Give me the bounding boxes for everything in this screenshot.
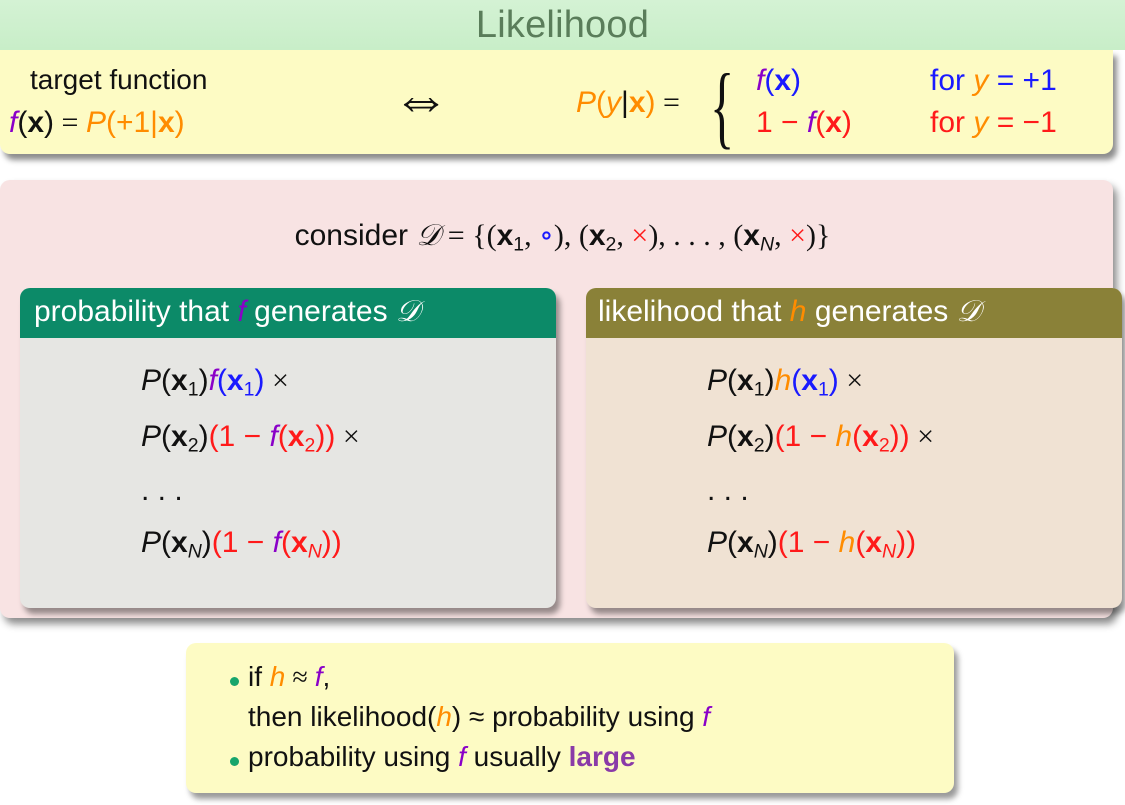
condition-value: = −1 [988, 106, 1057, 139]
x-symbol: x [496, 219, 514, 252]
set-open: = {( [440, 219, 497, 252]
d-symbol: 𝒟 [956, 295, 981, 328]
case-positive-value: f(x) [756, 64, 801, 98]
circle-icon: ∘ [539, 219, 554, 252]
x-symbol: x [628, 86, 646, 119]
subscript: N [759, 233, 775, 256]
paren: ( [764, 64, 775, 97]
bullet-1-line-2: then likelihood(h) ≈ probability using f [248, 701, 711, 732]
cross-icon: × [631, 219, 649, 252]
subscript: 2 [605, 233, 617, 256]
for-word: for [930, 106, 974, 139]
bar: | [621, 86, 629, 119]
p-symbol: P [85, 106, 106, 139]
equals-sign: = [655, 86, 680, 119]
plus-one-given: (+1| [105, 106, 158, 139]
bullet-1-line-1: if h ≈ f, [248, 661, 331, 693]
x-symbol: x [743, 219, 760, 252]
probability-ellipsis: . . . [141, 474, 183, 507]
paren: ) [174, 106, 185, 139]
y-symbol: y [973, 64, 989, 97]
paren: ) [841, 106, 852, 139]
likelihood-term-1: P(x1)h(x1) × [707, 364, 864, 401]
likelihood-term-2: P(x2)(1 − h(x2)) × [707, 420, 935, 457]
paren: ) [791, 64, 802, 97]
likelihood-block: likelihood that h generates 𝒟 P(x1)h(x1)… [586, 288, 1122, 608]
conditional-probability-lhs: P(y|x) = [576, 86, 680, 120]
condition-positive: for y = +1 [930, 64, 1057, 98]
comma: , [524, 219, 540, 252]
y-symbol: y [973, 106, 989, 139]
iff-arrow-icon: ⇔ [392, 66, 450, 131]
paren: ( [815, 106, 826, 139]
x-symbol: x [774, 64, 792, 97]
probability-term-n: P(xN)(1 − f(xN)) [141, 526, 342, 563]
paren: ( [596, 86, 607, 119]
cross-icon: × [789, 219, 806, 252]
condition-negative: for y = −1 [930, 106, 1057, 140]
left-brace: { [710, 55, 735, 157]
set-close: )} [806, 219, 831, 252]
consider-dataset-line: consider 𝒟 = {(x1, ∘), (x2, ×), . . . , … [0, 218, 1125, 256]
consider-word: consider [294, 219, 417, 252]
for-word: for [930, 64, 974, 97]
header-text: generates [245, 295, 396, 328]
likelihood-ellipsis: . . . [707, 474, 749, 507]
conclusion-box: if h ≈ f, then likelihood(h) ≈ probabili… [186, 643, 954, 793]
probability-term-2: P(x2)(1 − f(x2)) × [141, 420, 360, 457]
target-function-definition: f(x) = P(+1|x) [9, 106, 185, 140]
y-symbol: y [606, 86, 622, 119]
h-symbol: h [789, 295, 807, 328]
d-symbol: 𝒟 [416, 219, 441, 252]
header-text: probability that [34, 295, 238, 328]
bullet-dot-icon [230, 677, 239, 686]
equals-sign: = [54, 106, 86, 139]
paren: ) [44, 106, 55, 139]
one-minus: 1 − [756, 106, 807, 139]
paren: ) [645, 86, 656, 119]
probability-term-1: P(x1)f(x1) × [141, 364, 289, 401]
likelihood-term-n: P(xN)(1 − h(xN)) [707, 526, 917, 563]
header-text: generates [806, 295, 957, 328]
separator: ), . . . , ( [648, 219, 744, 252]
subscript: 1 [513, 233, 525, 256]
header-text: likelihood that [598, 295, 790, 328]
slide-title: Likelihood [475, 4, 650, 46]
probability-block-header: probability that f generates 𝒟 [20, 288, 556, 338]
target-function-box: target function f(x) = P(+1|x) ⇔ P(y|x) … [0, 50, 1113, 154]
comma: , [774, 219, 790, 252]
condition-value: = +1 [988, 64, 1057, 97]
x-symbol: x [588, 219, 606, 252]
p-symbol: P [576, 86, 597, 119]
x-symbol: x [157, 106, 175, 139]
f-symbol: f [237, 295, 246, 328]
probability-block: probability that f generates 𝒟 P(x1)f(x1… [20, 288, 556, 608]
bullet-2: probability using f usually large [248, 741, 636, 772]
bullet-dot-icon [230, 757, 239, 766]
paren: ( [17, 106, 28, 139]
x-symbol: x [825, 106, 842, 139]
x-symbol: x [27, 106, 45, 139]
f-symbol: f [806, 106, 816, 139]
separator: ), ( [553, 219, 589, 252]
case-negative-value: 1 − f(x) [756, 106, 852, 140]
comma: , [616, 219, 632, 252]
likelihood-block-header: likelihood that h generates 𝒟 [586, 288, 1122, 338]
d-symbol: 𝒟 [395, 295, 420, 328]
target-function-label: target function [30, 64, 208, 95]
